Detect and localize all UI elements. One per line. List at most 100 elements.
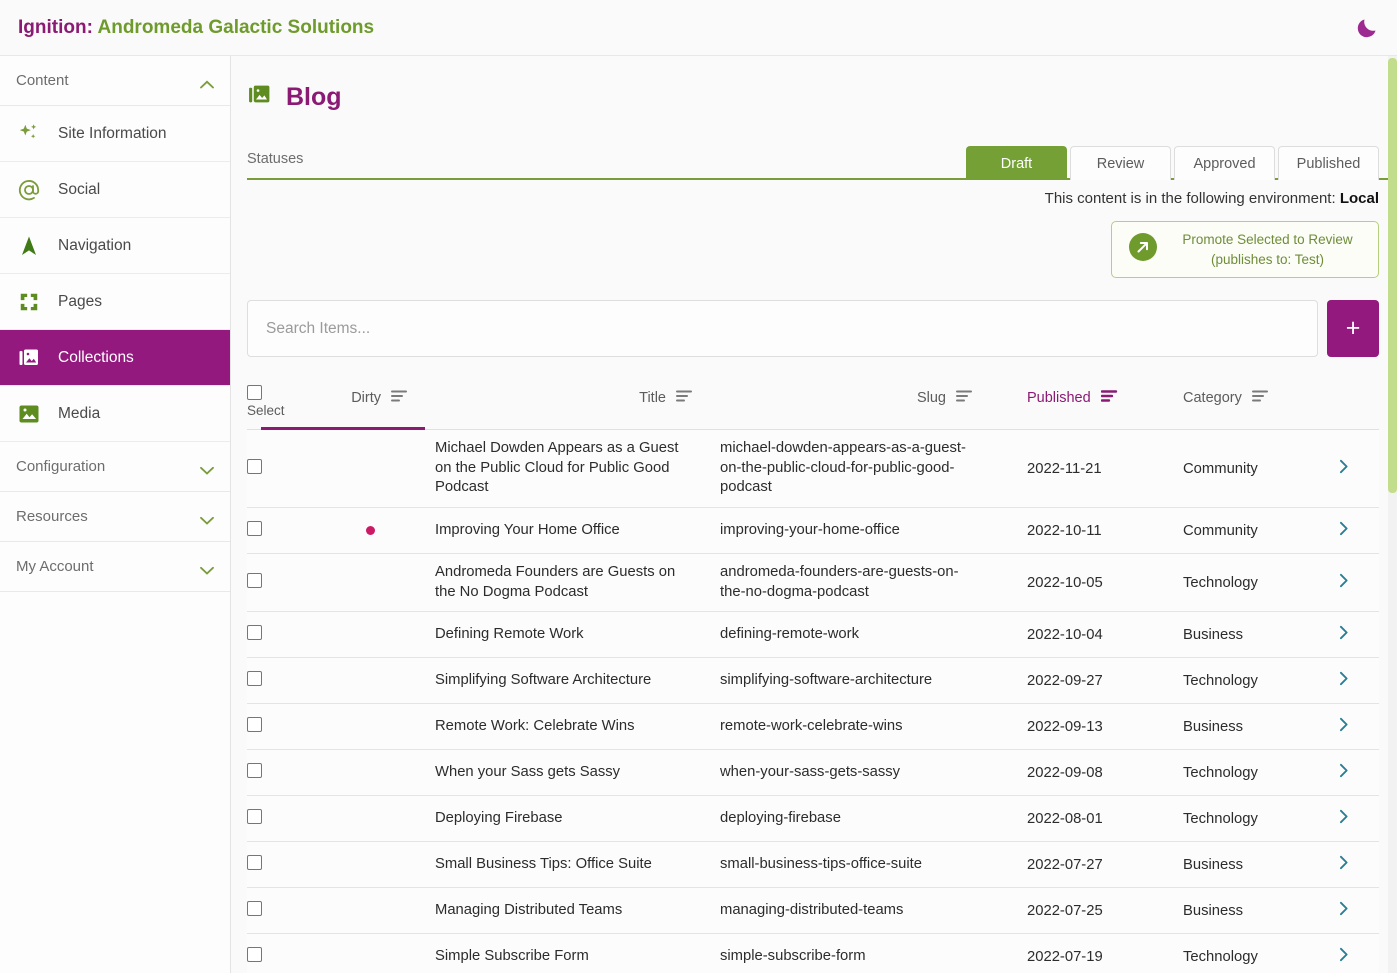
table-row[interactable]: Improving Your Home Office improving-your… [247, 508, 1379, 555]
sidebar-item-social[interactable]: Social [0, 162, 230, 218]
row-select-cell[interactable] [247, 450, 305, 487]
statuses-row: Statuses Draft Review Approved Published [231, 138, 1397, 180]
table-row[interactable]: Michael Dowden Appears as a Guest on the… [247, 430, 1379, 509]
row-select-cell[interactable] [247, 662, 305, 699]
row-open-chevron-right-icon[interactable] [1337, 615, 1377, 654]
row-title: Small Business Tips: Office Suite [435, 856, 652, 873]
column-header-slug[interactable]: Slug [720, 375, 1000, 407]
row-checkbox[interactable] [247, 671, 262, 687]
row-open-chevron-right-icon[interactable] [1337, 511, 1377, 550]
row-select-cell[interactable] [247, 616, 305, 653]
row-checkbox[interactable] [247, 521, 262, 537]
row-dirty-cell [305, 460, 435, 478]
table-row[interactable]: Small Business Tips: Office Suite small-b… [247, 842, 1379, 889]
tab-draft[interactable]: Draft [966, 146, 1067, 180]
sidebar-item-media[interactable]: Media [0, 386, 230, 442]
search-input[interactable] [247, 300, 1318, 357]
sidebar-item-pages[interactable]: Pages [0, 274, 230, 330]
row-slug: simple-subscribe-form [720, 948, 866, 965]
row-checkbox[interactable] [247, 573, 262, 589]
row-select-cell[interactable] [247, 754, 305, 791]
page-scrollbar-thumb[interactable] [1388, 58, 1397, 493]
column-label: Category [1183, 390, 1242, 406]
sidebar-item-label: Social [58, 180, 101, 198]
row-open-chevron-right-icon[interactable] [1337, 937, 1377, 973]
tab-published[interactable]: Published [1278, 146, 1379, 180]
row-open-chevron-right-icon[interactable] [1337, 891, 1377, 930]
table-row[interactable]: Simplifying Software Architecture simplif… [247, 658, 1379, 705]
row-dirty-cell [305, 902, 435, 920]
sidebar-section-content[interactable]: Content [0, 56, 230, 106]
moon-icon[interactable] [1355, 16, 1379, 40]
sidebar-section-resources[interactable]: Resources [0, 492, 230, 542]
sidebar-item-collections[interactable]: Collections [0, 330, 230, 386]
row-category: Business [1183, 718, 1244, 735]
row-checkbox[interactable] [247, 901, 262, 917]
row-select-cell[interactable] [247, 564, 305, 601]
table-row[interactable]: Simple Subscribe Form simple-subscribe-fo… [247, 934, 1379, 973]
row-dirty-cell [305, 626, 435, 644]
row-select-cell[interactable] [247, 708, 305, 745]
sidebar-section-label: My Account [16, 558, 94, 575]
promote-line-2: (publishes to: Test) [1210, 251, 1325, 267]
table-row[interactable]: Remote Work: Celebrate Wins remote-work-c… [247, 704, 1379, 751]
table-row[interactable]: When your Sass gets Sassy when-your-sass-… [247, 750, 1379, 797]
column-header-published[interactable]: Published [261, 375, 1165, 430]
row-title: Simplifying Software Architecture [435, 672, 652, 689]
tab-approved[interactable]: Approved [1174, 146, 1275, 180]
collections-image-icon [16, 345, 42, 371]
row-title: Improving Your Home Office [435, 521, 620, 538]
row-open-chevron-right-icon[interactable] [1337, 799, 1377, 838]
row-checkbox[interactable] [247, 625, 262, 641]
promote-selected-button[interactable]: Promote Selected to Review (publishes to… [1111, 221, 1379, 278]
promote-row: Promote Selected to Review (publishes to… [231, 207, 1397, 278]
main-content: Blog Statuses Draft Review Approved Publ… [231, 56, 1397, 973]
row-select-cell[interactable] [247, 892, 305, 929]
table-row[interactable]: Andromeda Founders are Guests on the No … [247, 554, 1379, 613]
row-title: Remote Work: Celebrate Wins [435, 718, 635, 735]
row-select-cell[interactable] [247, 938, 305, 973]
row-select-cell[interactable] [247, 512, 305, 549]
row-open-chevron-right-icon[interactable] [1337, 563, 1377, 602]
sidebar-item-navigation[interactable]: Navigation [0, 218, 230, 274]
add-item-button[interactable]: + [1327, 300, 1379, 357]
row-checkbox[interactable] [247, 717, 262, 733]
row-open-chevron-right-icon[interactable] [1337, 845, 1377, 884]
row-checkbox[interactable] [247, 947, 262, 963]
chevron-down-icon [200, 512, 214, 525]
column-header-category[interactable]: Category [1165, 375, 1337, 407]
row-category: Technology [1183, 672, 1258, 689]
row-checkbox[interactable] [247, 855, 262, 871]
chevron-up-icon [200, 76, 214, 89]
environment-text: This content is in the following environ… [1044, 190, 1336, 207]
sidebar-item-label: Media [58, 404, 101, 422]
row-published: 2022-10-11 [1027, 522, 1102, 539]
table-row[interactable]: Managing Distributed Teams managing-distr… [247, 888, 1379, 935]
row-open-chevron-right-icon[interactable] [1337, 707, 1377, 746]
navigation-arrow-icon [16, 233, 42, 259]
column-header-title[interactable]: Title [435, 375, 720, 407]
row-checkbox[interactable] [247, 763, 262, 779]
select-all-checkbox[interactable] [247, 385, 262, 400]
brand-prefix: Ignition: [18, 16, 93, 38]
sidebar-section-my-account[interactable]: My Account [0, 542, 230, 592]
row-open-chevron-right-icon[interactable] [1337, 449, 1377, 488]
tab-review[interactable]: Review [1070, 146, 1171, 180]
row-published: 2022-09-08 [1027, 764, 1103, 781]
table-row[interactable]: Deploying Firebase deploying-firebase 2022… [247, 796, 1379, 843]
select-all-header[interactable]: Select [247, 375, 305, 418]
sidebar-section-configuration[interactable]: Configuration [0, 442, 230, 492]
table-header: Select Dirty Title Slug Published Catego… [247, 375, 1379, 430]
sorted-column-underline [261, 427, 425, 430]
row-open-chevron-right-icon[interactable] [1337, 753, 1377, 792]
table-row[interactable]: Defining Remote Work defining-remote-work… [247, 612, 1379, 659]
row-checkbox[interactable] [247, 809, 262, 825]
row-select-cell[interactable] [247, 846, 305, 883]
column-header-dirty[interactable]: Dirty [305, 375, 435, 407]
dirty-indicator-dot [365, 526, 375, 536]
sidebar-item-site-information[interactable]: Site Information [0, 106, 230, 162]
row-select-cell[interactable] [247, 800, 305, 837]
sidebar-item-label: Navigation [58, 236, 132, 254]
row-checkbox[interactable] [247, 459, 262, 474]
row-open-chevron-right-icon[interactable] [1337, 661, 1377, 700]
